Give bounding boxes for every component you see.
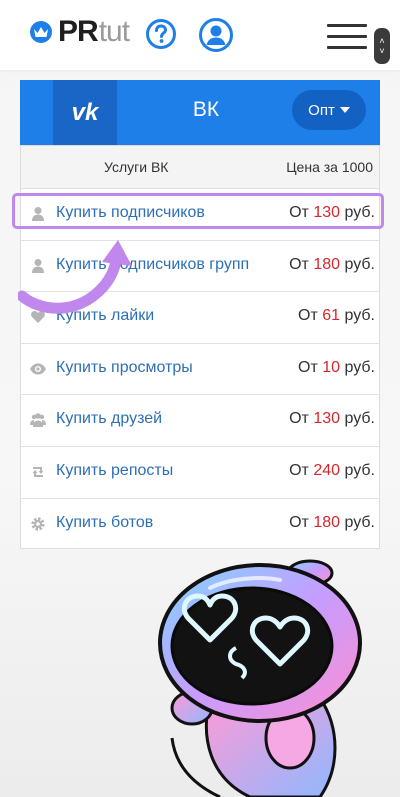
price-cell: От 180 руб. bbox=[289, 513, 375, 531]
buy-subscribers-link[interactable]: Купить подписчиков bbox=[56, 204, 205, 222]
curved-arrow-icon bbox=[18, 240, 132, 314]
column-header-service: Услуги ВК bbox=[104, 159, 169, 175]
hamburger-menu-icon[interactable] bbox=[327, 24, 367, 50]
site-logo[interactable]: PR tut bbox=[30, 14, 130, 50]
caret-down-icon bbox=[339, 107, 350, 113]
price-cell: От 180 руб. bbox=[289, 255, 375, 273]
opt-label: Опт bbox=[308, 101, 335, 119]
price-cell: От 130 руб. bbox=[289, 204, 375, 221]
users-icon bbox=[30, 413, 46, 428]
price-cell: От 240 руб. bbox=[289, 461, 375, 479]
price-cell: От 10 руб. bbox=[298, 358, 375, 376]
scroll-indicator[interactable]: ˄ ˅ bbox=[374, 28, 390, 64]
user-circle-icon[interactable] bbox=[198, 17, 234, 53]
table-row: Купить подписчиков От 130 руб. bbox=[21, 189, 379, 241]
user-icon bbox=[32, 207, 44, 221]
panel-header: vk ВК Опт bbox=[20, 80, 380, 145]
crown-icon bbox=[30, 21, 52, 43]
price-cell: От 61 руб. bbox=[298, 307, 375, 325]
question-circle-icon[interactable] bbox=[145, 18, 177, 50]
top-navbar: PR tut ˄ ˅ bbox=[0, 0, 400, 70]
gear-icon bbox=[31, 516, 45, 531]
robot-mascot-image bbox=[158, 559, 362, 797]
eye-icon bbox=[30, 363, 46, 375]
buy-views-link[interactable]: Купить просмотры bbox=[56, 359, 193, 377]
retweet-icon bbox=[32, 466, 44, 477]
services-table: Услуги ВК Цена за 1000 Купить подписчико… bbox=[20, 145, 380, 549]
table-row: Купить ботов От 180 руб. bbox=[21, 499, 379, 551]
buy-reposts-link[interactable]: Купить репосты bbox=[56, 462, 173, 480]
buy-friends-link[interactable]: Купить друзей bbox=[56, 410, 162, 428]
opt-dropdown-button[interactable]: Опт bbox=[292, 90, 366, 130]
table-header: Услуги ВК Цена за 1000 bbox=[21, 146, 379, 189]
panel-title: ВК bbox=[192, 98, 220, 121]
buy-bots-link[interactable]: Купить ботов bbox=[56, 514, 153, 532]
logo-text-tut: tut bbox=[98, 15, 130, 48]
table-row: Купить репосты От 240 руб. bbox=[21, 447, 379, 499]
vk-logo-icon: vk bbox=[53, 80, 117, 145]
column-header-price: Цена за 1000 bbox=[286, 159, 373, 175]
price-cell: От 130 руб. bbox=[289, 410, 375, 428]
table-row: Купить просмотры От 10 руб. bbox=[21, 344, 379, 396]
logo-text-pr: PR bbox=[58, 15, 99, 48]
table-row: Купить друзей От 130 руб. bbox=[21, 395, 379, 447]
